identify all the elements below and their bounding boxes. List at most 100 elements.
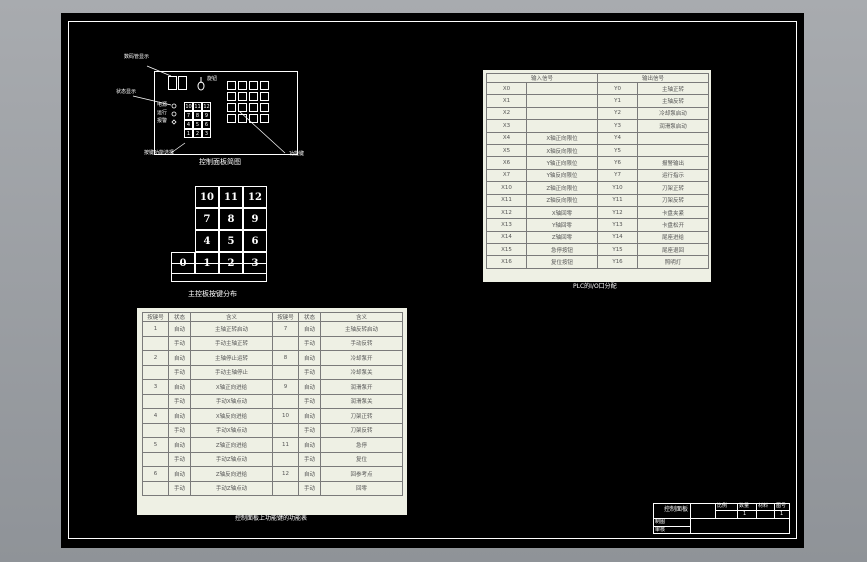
io-cell: Y4: [597, 131, 639, 145]
key-function-row: 手动 手动X轴点动 手动 润滑泵关: [142, 393, 403, 409]
key-function-row: 手动 手动主轴停止 手动 冷却泵关: [142, 364, 403, 380]
key-function-cell: 回零: [320, 480, 403, 496]
io-cell: X15: [486, 243, 527, 257]
title-field: 比例: [717, 503, 728, 509]
io-row: X15 急停按钮 Y15 尾座退回: [486, 243, 710, 257]
key-function-cell: 自动: [298, 408, 321, 424]
drawing-title: 控制面板: [664, 506, 689, 513]
io-cell: [525, 94, 599, 108]
io-cell: [525, 119, 599, 133]
io-header-output: 输出信号: [597, 73, 710, 83]
keyboard-key[interactable]: 6: [243, 230, 267, 252]
keyboard-key[interactable]: 9: [243, 208, 267, 230]
io-cell: 卡盘松开: [637, 218, 710, 232]
key-function-cell: 自动: [168, 408, 191, 424]
key-function-cell: 1: [142, 321, 169, 337]
io-cell: Y13: [597, 218, 639, 232]
callout-select-keys: 按键功能选择: [144, 150, 175, 156]
io-row: X12 X轴回零 Y12 卡盘夹紧: [486, 205, 710, 220]
keyboard-key[interactable]: 11: [219, 186, 243, 208]
key-function-cell: 自动: [298, 350, 321, 366]
key-function-cell: 2: [142, 350, 169, 366]
keyboard-key[interactable]: 5: [219, 230, 243, 252]
io-cell: Y1: [597, 94, 639, 108]
key-function-cell: [142, 451, 169, 467]
io-cell: 尾座退回: [637, 243, 710, 257]
keyboard-key[interactable]: 7: [195, 208, 219, 230]
io-cell: Y轴回零: [525, 218, 599, 232]
keyboard-key[interactable]: 8: [219, 208, 243, 230]
io-cell: X轴回零: [525, 205, 599, 220]
key-function-cell: 复位: [320, 451, 403, 467]
key-function-cell: 3: [142, 379, 169, 395]
io-row: X10 Z轴正向限位 Y10 刀架正转: [486, 181, 710, 195]
keyboard-key[interactable]: 4: [195, 230, 219, 252]
key-function-cell: 7: [272, 321, 299, 337]
io-row: X0 Y0 主轴正转: [486, 81, 710, 96]
key-function-cell: 自动: [298, 437, 321, 453]
keyboard-caption: 主控板按键分布: [188, 290, 237, 298]
io-cell: [637, 131, 710, 145]
io-cell: 刀架反转: [637, 193, 710, 207]
kf-header: 状态: [298, 312, 321, 322]
key-function-cell: [142, 393, 169, 409]
title-field: 图号: [776, 503, 787, 509]
key-function-cell: 手动: [298, 393, 321, 409]
io-row: X11 Z轴反向限位 Y11 刀架反转: [486, 193, 710, 207]
key-function-cell: 刀架正转: [320, 408, 403, 424]
key-function-cell: X轴正向进给: [190, 379, 273, 395]
io-row: X3 Y3 润滑泵启动: [486, 119, 710, 133]
key-function-cell: X轴反向进给: [190, 408, 273, 424]
key-function-cell: 10: [272, 408, 299, 424]
kf-header: 按键号: [142, 312, 169, 322]
kf-header: 按键号: [272, 312, 299, 322]
key-function-cell: 5: [142, 437, 169, 453]
io-cell: 润滑泵启动: [637, 119, 710, 133]
io-cell: Z轴正向限位: [525, 181, 599, 195]
callout-leaders: [132, 65, 286, 154]
key-function-cell: [272, 335, 299, 351]
io-cell: Y16: [597, 255, 639, 269]
io-cell: Y轴正向限位: [525, 156, 599, 170]
sheet-number: 1: [743, 511, 747, 517]
key-function-cell: 润滑泵开: [320, 379, 403, 395]
keyboard-key[interactable]: 10: [195, 186, 219, 208]
io-table-paper: 输入信号 输出信号 X0 Y0 主轴正转 X1 Y1 主轴反转 X2 Y2 冷却泵启动 X3 Y3 润…: [483, 70, 711, 282]
key-function-cell: 自动: [168, 321, 191, 337]
keyboard-key[interactable]: 12: [243, 186, 267, 208]
title-row-label: 审核: [655, 527, 666, 533]
io-cell: 复位按钮: [525, 255, 599, 269]
kf-header: 含义: [320, 312, 403, 322]
io-cell: 尾座进给: [637, 230, 710, 245]
io-cell: [525, 81, 599, 96]
key-function-cell: 手动: [298, 451, 321, 467]
io-cell: X1: [486, 94, 527, 108]
io-row: X6 Y轴正向限位 Y6 报警输出: [486, 156, 710, 170]
key-function-cell: [142, 480, 169, 496]
title-row-label: 制图: [655, 519, 666, 525]
key-function-row: 5 自动 Z轴正向进给 11 自动 急停: [142, 437, 403, 453]
io-cell: Y10: [597, 181, 639, 195]
key-function-cell: 8: [272, 350, 299, 366]
key-function-table: 按键号 状态 含义 按键号 状态 含义 1 自动 主轴正转启动 7 自动 主轴反转启动 手动…: [142, 312, 403, 496]
callout-status-light: 状态显示: [116, 89, 137, 95]
key-function-cell: Z轴反向进给: [190, 466, 273, 482]
key-function-row: 6 自动 Z轴反向进给 12 自动 回参考点: [142, 466, 403, 482]
key-function-cell: [142, 335, 169, 351]
key-function-caption: 控制面板上功能键的功能表: [235, 515, 308, 522]
io-table-caption: PLC的I/O口分配: [573, 283, 617, 290]
key-function-cell: 9: [272, 379, 299, 395]
key-function-cell: [272, 451, 299, 467]
io-cell: Z轴回零: [525, 230, 599, 245]
io-cell: X3: [486, 119, 527, 133]
key-function-cell: 6: [142, 466, 169, 482]
io-cell: Y0: [597, 81, 639, 96]
key-function-row: 手动 手动X轴点动 手动 刀架反转: [142, 422, 403, 438]
key-function-cell: 手动: [168, 335, 191, 351]
io-row: X1 Y1 主轴反转: [486, 94, 710, 108]
key-function-cell: 自动: [168, 437, 191, 453]
io-cell: 报警输出: [637, 156, 710, 170]
key-function-row: 4 自动 X轴反向进给 10 自动 刀架正转: [142, 408, 403, 424]
io-cell: Y6: [597, 156, 639, 170]
key-function-cell: [272, 364, 299, 380]
